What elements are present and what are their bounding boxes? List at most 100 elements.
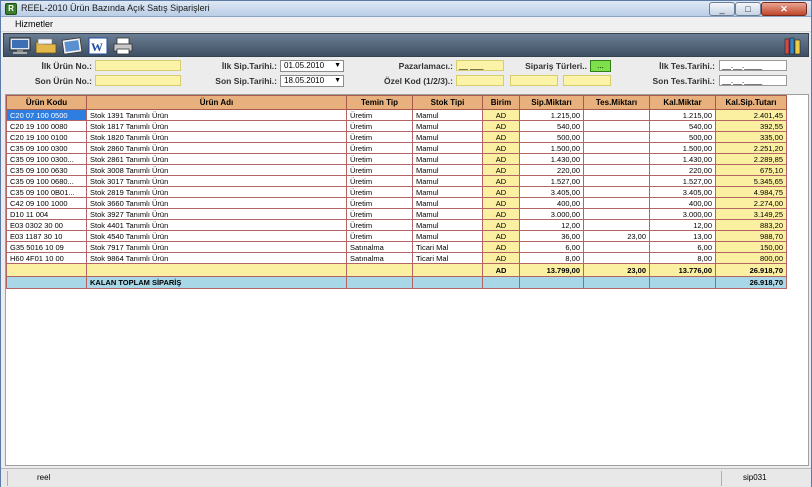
table-cell[interactable]: AD xyxy=(482,241,520,253)
table-cell[interactable]: C35 09 100 0630 xyxy=(6,164,87,176)
column-header[interactable]: Temin Tip xyxy=(346,95,413,110)
table-cell[interactable]: E03 1187 30 10 xyxy=(6,230,87,242)
pazarlamaci-input[interactable]: __ ___ xyxy=(456,60,504,71)
table-cell[interactable]: Mamul xyxy=(412,219,483,231)
table-cell[interactable]: 400,00 xyxy=(649,197,716,209)
table-cell[interactable]: 335,00 xyxy=(715,131,787,143)
table-cell[interactable]: 8,00 xyxy=(649,252,716,264)
table-cell[interactable]: 6,00 xyxy=(649,241,716,253)
table-cell[interactable]: 13,00 xyxy=(649,230,716,242)
table-cell[interactable] xyxy=(583,153,650,165)
ozel-kod-1-input[interactable] xyxy=(456,75,504,86)
table-cell[interactable]: 8,00 xyxy=(519,252,584,264)
table-row[interactable]: G35 5016 10 09 Stok 7917 Tanımlı Ürün Satı… xyxy=(6,241,787,253)
table-cell[interactable]: Mamul xyxy=(412,164,483,176)
table-cell[interactable]: Üretim xyxy=(346,164,413,176)
table-cell[interactable]: 220,00 xyxy=(649,164,716,176)
table-cell[interactable]: Üretim xyxy=(346,109,413,121)
books-icon[interactable] xyxy=(782,37,804,55)
table-cell[interactable]: Stok 2860 Tanımlı Ürün xyxy=(86,142,347,154)
table-cell[interactable]: Mamul xyxy=(412,120,483,132)
table-cell[interactable]: Stok 3927 Tanımlı Ürün xyxy=(86,208,347,220)
table-row[interactable]: C20 19 100 0100 Stok 1820 Tanımlı Ürün Üre… xyxy=(6,131,787,143)
table-cell[interactable]: 540,00 xyxy=(519,120,584,132)
table-cell[interactable] xyxy=(583,109,650,121)
table-cell[interactable] xyxy=(583,120,650,132)
table-cell[interactable]: Üretim xyxy=(346,197,413,209)
table-cell[interactable]: 540,00 xyxy=(649,120,716,132)
table-cell[interactable]: 800,00 xyxy=(715,252,787,264)
table-cell[interactable]: 883,20 xyxy=(715,219,787,231)
table-cell[interactable]: Ticari Mal xyxy=(412,241,483,253)
table-cell[interactable]: H60 4F01 10 00 xyxy=(6,252,87,264)
table-row[interactable]: E03 1187 30 10 Stok 4540 Tanımlı Ürün Üret… xyxy=(6,230,787,242)
printer-icon[interactable] xyxy=(112,37,134,55)
table-cell[interactable] xyxy=(583,131,650,143)
table-cell[interactable]: Stok 4401 Tanımlı Ürün xyxy=(86,219,347,231)
table-cell[interactable]: Üretim xyxy=(346,186,413,198)
table-cell[interactable]: AD xyxy=(482,120,520,132)
table-cell[interactable] xyxy=(583,241,650,253)
table-cell[interactable]: Mamul xyxy=(412,197,483,209)
table-cell[interactable]: 2.401,45 xyxy=(715,109,787,121)
siparis-turleri-button[interactable]: ... xyxy=(590,60,611,72)
table-cell[interactable]: Mamul xyxy=(412,109,483,121)
table-cell[interactable]: Üretim xyxy=(346,175,413,187)
table-cell[interactable] xyxy=(583,164,650,176)
maximize-button[interactable]: □ xyxy=(735,2,761,16)
table-cell[interactable] xyxy=(583,142,650,154)
table-row[interactable]: C35 09 100 0300... Stok 2861 Tanımlı Ürün… xyxy=(6,153,787,165)
table-cell[interactable]: 4.984,75 xyxy=(715,186,787,198)
table-cell[interactable]: 12,00 xyxy=(649,219,716,231)
table-cell[interactable]: AD xyxy=(482,175,520,187)
table-cell[interactable]: C42 09 100 1000 xyxy=(6,197,87,209)
table-cell[interactable]: 988,70 xyxy=(715,230,787,242)
column-header[interactable]: Kal.Sip.Tutarı xyxy=(715,95,787,110)
table-cell[interactable]: 1.527,00 xyxy=(519,175,584,187)
table-cell[interactable]: Mamul xyxy=(412,186,483,198)
table-cell[interactable]: Stok 9864 Tanımlı Ürün xyxy=(86,252,347,264)
table-cell[interactable]: 500,00 xyxy=(649,131,716,143)
table-cell[interactable]: Stok 4540 Tanımlı Ürün xyxy=(86,230,347,242)
table-cell[interactable]: Üretim xyxy=(346,142,413,154)
table-cell[interactable]: AD xyxy=(482,142,520,154)
table-cell[interactable]: 3.000,00 xyxy=(649,208,716,220)
table-row[interactable]: C20 07 100 0500 Stok 1391 Tanımlı Ürün Üre… xyxy=(6,109,787,121)
table-cell[interactable]: E03 0302 30 00 xyxy=(6,219,87,231)
table-cell[interactable] xyxy=(583,175,650,187)
table-cell[interactable]: C35 09 100 0300... xyxy=(6,153,87,165)
table-cell[interactable]: 1.215,00 xyxy=(649,109,716,121)
ilk-tes-input[interactable]: __.__.____ xyxy=(719,60,787,71)
minimize-button[interactable]: _ xyxy=(709,2,735,16)
table-cell[interactable]: Stok 3660 Tanımlı Ürün xyxy=(86,197,347,209)
table-cell[interactable]: Üretim xyxy=(346,219,413,231)
table-cell[interactable]: 500,00 xyxy=(519,131,584,143)
table-cell[interactable]: 6,00 xyxy=(519,241,584,253)
table-cell[interactable]: Mamul xyxy=(412,131,483,143)
table-row[interactable]: C42 09 100 1000 Stok 3660 Tanımlı Ürün Üre… xyxy=(6,197,787,209)
table-cell[interactable]: Üretim xyxy=(346,208,413,220)
table-cell[interactable]: AD xyxy=(482,109,520,121)
table-cell[interactable]: Mamul xyxy=(412,153,483,165)
table-row[interactable]: E03 0302 30 00 Stok 4401 Tanımlı Ürün Üret… xyxy=(6,219,787,231)
table-cell[interactable]: Satınalma xyxy=(346,241,413,253)
table-cell[interactable]: G35 5016 10 09 xyxy=(6,241,87,253)
table-row[interactable]: C20 19 100 0080 Stok 1817 Tanımlı Ürün Üre… xyxy=(6,120,787,132)
table-cell[interactable]: 3.149,25 xyxy=(715,208,787,220)
table-cell[interactable]: 2.274,00 xyxy=(715,197,787,209)
column-header[interactable]: Stok Tipi xyxy=(412,95,483,110)
table-cell[interactable]: 1.215,00 xyxy=(519,109,584,121)
folder-icon[interactable] xyxy=(34,37,58,55)
table-cell[interactable]: 2.251,20 xyxy=(715,142,787,154)
table-cell[interactable] xyxy=(583,186,650,198)
table-cell[interactable]: Üretim xyxy=(346,230,413,242)
table-cell[interactable]: Mamul xyxy=(412,230,483,242)
table-cell[interactable]: 5.345,65 xyxy=(715,175,787,187)
table-cell[interactable]: Stok 2819 Tanımlı Ürün xyxy=(86,186,347,198)
table-cell[interactable]: Mamul xyxy=(412,142,483,154)
word-icon[interactable]: W xyxy=(88,37,108,55)
table-cell[interactable]: Stok 3008 Tanımlı Ürün xyxy=(86,164,347,176)
table-cell[interactable]: C20 19 100 0080 xyxy=(6,120,87,132)
table-cell[interactable]: Stok 1820 Tanımlı Ürün xyxy=(86,131,347,143)
son-urun-input[interactable] xyxy=(95,75,181,86)
